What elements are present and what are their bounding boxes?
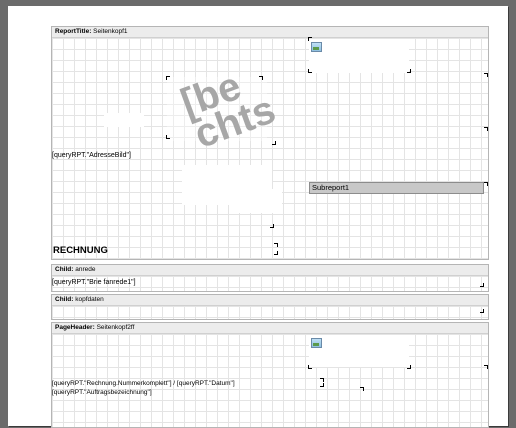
- band-type-label: ReportTitle:: [55, 28, 92, 35]
- selection-corner: [407, 69, 411, 73]
- selection-corner: [270, 224, 274, 228]
- band-type-label: Child:: [55, 296, 74, 303]
- selection-corner: [360, 387, 364, 391]
- field-briefanrede[interactable]: [queryRPT."Brie fanrede1"]: [52, 278, 136, 287]
- selection-corner: [484, 365, 488, 369]
- selection-corner: [272, 141, 276, 145]
- selection-corner: [480, 309, 484, 313]
- selection-corner: [308, 37, 312, 41]
- selection-corner: [407, 365, 411, 369]
- field-adresse-bild[interactable]: [queryRPT."AdresseBild"]: [52, 151, 131, 160]
- band-child-anrede[interactable]: Child: anrede [queryRPT."Brie fanrede1"]: [51, 264, 489, 292]
- invoice-title[interactable]: RECHNUNG: [53, 245, 108, 256]
- selection-corner: [308, 365, 312, 369]
- band-header-child-kopfdaten: Child: kopfdaten: [52, 295, 488, 306]
- selection-corner: [484, 127, 488, 131]
- field-nummer-datum[interactable]: [queryRPT."Rechnung.Nummerkomplett"] / […: [52, 379, 235, 388]
- band-page-header[interactable]: PageHeader: Seitenkopf2ff [queryRPT."Rec…: [51, 322, 489, 428]
- field-auftragsbezeichnung[interactable]: [queryRPT."Auftragsbezeichnung"]: [52, 388, 152, 397]
- selection-corner: [274, 243, 278, 247]
- picture-icon: [311, 338, 322, 348]
- report-page: ReportTitle: Seitenkopf1 [be chts [query…: [8, 6, 508, 428]
- selection-corner: [480, 283, 484, 287]
- band-name-label: anrede: [75, 266, 96, 273]
- band-header-child-anrede: Child: anrede: [52, 265, 488, 276]
- selection-corner: [259, 76, 263, 80]
- selection-corner: [484, 73, 488, 77]
- band-header-page-header: PageHeader: Seitenkopf2ff: [52, 323, 488, 334]
- selection-corner: [166, 135, 170, 139]
- band-header-report-title: ReportTitle: Seitenkopf1: [52, 27, 488, 38]
- subreport-component[interactable]: Subreport1: [309, 182, 484, 194]
- selection-corner: [320, 383, 324, 387]
- picture-icon: [311, 42, 322, 52]
- band-name-label: Seitenkopf2ff: [96, 324, 135, 331]
- band-child-kopfdaten[interactable]: Child: kopfdaten: [51, 294, 489, 320]
- band-name-label: kopfdaten: [75, 296, 104, 303]
- band-type-label: PageHeader:: [55, 324, 95, 331]
- band-type-label: Child:: [55, 266, 74, 273]
- text-frame[interactable]: [232, 189, 282, 213]
- selection-corner: [166, 76, 170, 80]
- selection-corner: [484, 182, 488, 186]
- selection-corner: [308, 69, 312, 73]
- band-name-label: Seitenkopf1: [93, 28, 128, 35]
- band-report-title[interactable]: ReportTitle: Seitenkopf1 [be chts [query…: [51, 26, 489, 260]
- text-frame[interactable]: [104, 113, 144, 127]
- selection-corner: [274, 251, 278, 255]
- selection-corner: [320, 378, 324, 382]
- image-placeholder-logo[interactable]: [309, 39, 409, 73]
- image-placeholder-logo[interactable]: [309, 335, 409, 367]
